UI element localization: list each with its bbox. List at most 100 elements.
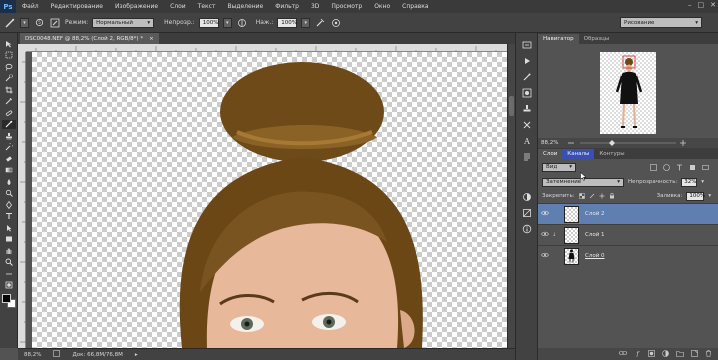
workspace-select[interactable]: Рисование ▾ bbox=[620, 17, 702, 28]
pressure-size-icon[interactable] bbox=[330, 17, 342, 29]
menu-3d[interactable]: 3D bbox=[305, 3, 325, 10]
close-tab-icon[interactable]: × bbox=[149, 36, 154, 42]
crop-tool-icon[interactable] bbox=[2, 85, 16, 95]
filter-shape-icon[interactable] bbox=[689, 164, 696, 171]
blend-mode-select[interactable]: Нормальный ▾ bbox=[92, 17, 155, 28]
flow-dropdown[interactable]: ▾ bbox=[301, 17, 311, 28]
menu-edit[interactable]: Редактирование bbox=[45, 3, 109, 10]
filter-smart-object-icon[interactable] bbox=[702, 164, 709, 171]
layer-row[interactable]: Слой 2 bbox=[538, 203, 718, 224]
zoom-level[interactable]: 88,2% bbox=[24, 352, 41, 358]
lock-pixels-icon[interactable] bbox=[589, 193, 595, 199]
adjustments-panel-icon[interactable] bbox=[521, 191, 533, 203]
path-selection-tool-icon[interactable] bbox=[2, 223, 16, 233]
actions-panel-icon[interactable] bbox=[521, 55, 533, 67]
color-swatches[interactable] bbox=[1, 294, 16, 308]
tab-navigator[interactable]: Навигатор bbox=[538, 34, 579, 44]
quick-selection-tool-icon[interactable] bbox=[2, 74, 16, 84]
fill-dropdown[interactable]: ▾ bbox=[708, 193, 711, 199]
quick-mask-icon[interactable] bbox=[2, 281, 16, 291]
navigator-zoom-value[interactable]: 88,2% bbox=[541, 140, 558, 146]
brush-tool-icon[interactable] bbox=[1, 119, 16, 129]
pen-tool-icon[interactable] bbox=[2, 200, 16, 210]
spot-healing-tool-icon[interactable] bbox=[2, 108, 16, 118]
move-tool-icon[interactable] bbox=[2, 39, 16, 49]
more-tools-icon[interactable] bbox=[2, 269, 16, 279]
foreground-color-swatch[interactable] bbox=[1, 294, 11, 303]
filter-pixel-icon[interactable] bbox=[650, 163, 657, 171]
type-tool-icon[interactable] bbox=[2, 212, 16, 222]
link-layers-icon[interactable] bbox=[619, 350, 627, 358]
layer-row[interactable]: Слой 0 bbox=[538, 245, 718, 266]
paragraph-panel-icon[interactable] bbox=[521, 151, 533, 163]
document-tab[interactable]: DSC0048.NEF @ 88,2% (Слой 2, RGB/8*) * × bbox=[20, 33, 159, 44]
menu-select[interactable]: Выделение bbox=[221, 3, 269, 10]
brush-size-icon[interactable]: 5 bbox=[33, 17, 45, 29]
lasso-tool-icon[interactable] bbox=[2, 62, 16, 72]
blur-tool-icon[interactable] bbox=[2, 177, 16, 187]
gradient-tool-icon[interactable] bbox=[2, 166, 16, 176]
styles-panel-icon[interactable] bbox=[521, 207, 533, 219]
tab-paths[interactable]: Контуры bbox=[594, 149, 629, 159]
menu-window[interactable]: Окно bbox=[368, 3, 396, 10]
character-panel-icon[interactable]: A bbox=[521, 135, 533, 147]
opacity-dropdown[interactable]: ▾ bbox=[222, 17, 232, 28]
minimize-button[interactable]: – bbox=[688, 1, 692, 9]
layer-style-icon[interactable]: f bbox=[634, 350, 641, 359]
menu-help[interactable]: Справка bbox=[396, 3, 434, 10]
layer-name[interactable]: Слой 0 bbox=[585, 253, 605, 259]
menu-file[interactable]: Файл bbox=[16, 3, 45, 10]
status-menu-icon[interactable]: ▸ bbox=[135, 352, 138, 358]
layer-name[interactable]: Слой 2 bbox=[585, 211, 605, 217]
horizontal-ruler[interactable] bbox=[26, 44, 507, 52]
layer-row[interactable]: ↓ Слой 1 bbox=[538, 224, 718, 245]
layer-opacity-field[interactable]: 32% bbox=[681, 177, 698, 187]
marquee-tool-icon[interactable] bbox=[2, 51, 16, 61]
lock-transparency-icon[interactable] bbox=[578, 193, 585, 199]
tool-presets-icon[interactable] bbox=[521, 119, 533, 131]
visibility-eye-icon[interactable] bbox=[538, 252, 552, 260]
adjustment-layer-icon[interactable] bbox=[662, 349, 669, 359]
menu-type[interactable]: Текст bbox=[192, 3, 222, 10]
opacity-field[interactable]: 100% bbox=[198, 17, 219, 28]
brush-preset-icon[interactable] bbox=[4, 17, 16, 29]
info-panel-icon[interactable] bbox=[521, 223, 533, 235]
brush-preset-dropdown[interactable]: ▾ bbox=[20, 17, 29, 28]
visibility-eye-icon[interactable] bbox=[538, 210, 552, 218]
scrollbar-thumb[interactable] bbox=[509, 96, 514, 116]
vertical-ruler[interactable] bbox=[18, 52, 26, 348]
dodge-tool-icon[interactable] bbox=[2, 189, 16, 199]
eyedropper-tool-icon[interactable] bbox=[2, 97, 16, 107]
clone-stamp-tool-icon[interactable] bbox=[2, 131, 16, 141]
menu-image[interactable]: Изображение bbox=[109, 3, 164, 10]
delete-layer-icon[interactable] bbox=[705, 349, 712, 359]
tab-channels[interactable]: Каналы bbox=[562, 149, 595, 159]
brush-presets-icon[interactable] bbox=[521, 87, 533, 99]
fill-field[interactable]: 100% bbox=[686, 191, 705, 201]
lock-all-icon[interactable] bbox=[609, 193, 615, 199]
filter-adjustment-icon[interactable] bbox=[663, 163, 670, 171]
navigator-thumbnail[interactable] bbox=[600, 52, 656, 134]
airbrush-icon[interactable] bbox=[314, 17, 326, 29]
close-button[interactable]: ✕ bbox=[710, 1, 716, 9]
export-icon[interactable] bbox=[53, 350, 61, 359]
maximize-button[interactable]: □ bbox=[698, 1, 705, 9]
shape-tool-icon[interactable] bbox=[2, 235, 16, 245]
filter-type-icon[interactable] bbox=[676, 164, 683, 171]
layer-kind-filter[interactable]: Вид ▾ bbox=[542, 162, 576, 172]
history-brush-tool-icon[interactable] bbox=[2, 143, 16, 153]
menu-layers[interactable]: Слои bbox=[164, 3, 192, 10]
tab-swatches[interactable]: Образцы bbox=[579, 34, 615, 44]
zoom-tool-icon[interactable] bbox=[2, 258, 16, 268]
document-canvas[interactable] bbox=[32, 52, 507, 348]
canvas-area[interactable] bbox=[26, 52, 507, 348]
navigator-zoom-slider[interactable] bbox=[568, 139, 688, 147]
hand-tool-icon[interactable] bbox=[2, 246, 16, 256]
eraser-tool-icon[interactable] bbox=[2, 154, 16, 164]
visibility-eye-icon[interactable] bbox=[538, 231, 552, 239]
history-panel-icon[interactable] bbox=[521, 39, 533, 51]
brush-panel-icon[interactable] bbox=[521, 71, 533, 83]
canvas-vertical-scrollbar[interactable] bbox=[507, 44, 515, 348]
tab-layers[interactable]: Слои bbox=[538, 149, 563, 159]
brush-panel-icon[interactable] bbox=[49, 17, 61, 29]
